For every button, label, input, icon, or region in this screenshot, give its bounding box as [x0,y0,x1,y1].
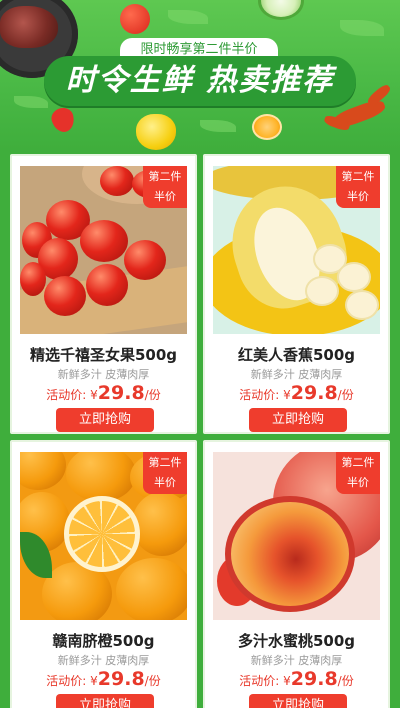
lime-slice-image [258,0,304,20]
leaf-decoration [200,120,236,132]
product-description: 新鲜多汁 皮薄肉厚 [250,654,343,667]
product-name: 精选千禧圣女果500g [29,346,178,364]
price-value: 29.8 [290,668,338,690]
product-image-banana[interactable]: 第二件 半价 [213,166,380,334]
buy-now-button[interactable]: 立即抢购 [249,694,347,708]
orange-slice-image [252,114,282,140]
price-value: 29.8 [97,382,145,404]
strawberry-image [49,105,77,135]
product-card[interactable]: 第二件 半价 多汁水蜜桃500g 新鲜多汁 皮薄肉厚 活动价: ¥29.8/份 … [203,440,390,708]
half-price-badge: 第二件 半价 [336,452,380,494]
half-price-badge: 第二件 半价 [336,166,380,208]
product-name: 红美人香蕉500g [237,346,356,364]
leaf-decoration [14,96,48,108]
price-row: 活动价: ¥29.8/份 [239,668,354,690]
product-name: 多汁水蜜桃500g [237,632,356,650]
price-row: 活动价: ¥29.8/份 [46,668,161,690]
tomato-image [120,4,150,34]
buy-now-button[interactable]: 立即抢购 [249,408,347,432]
price-value: 29.8 [97,668,145,690]
product-image-navel-orange[interactable]: 第二件 半价 [20,452,187,620]
buy-now-button[interactable]: 立即抢购 [56,408,154,432]
product-grid: 第二件 半价 精选千禧圣女果500g 新鲜多汁 皮薄肉厚 活动价: ¥29.8/… [10,150,390,708]
yellow-pepper-image [136,114,176,150]
product-image-peach[interactable]: 第二件 半价 [213,452,380,620]
buy-now-button[interactable]: 立即抢购 [56,694,154,708]
leaf-decoration [340,20,384,36]
product-card[interactable]: 第二件 半价 赣南脐橙500g 新鲜多汁 皮薄肉厚 活动价: ¥29.8/份 立… [10,440,197,708]
product-name: 赣南脐橙500g [52,632,155,650]
product-card[interactable]: 第二件 半价 红美人香蕉500g 新鲜多汁 皮薄肉厚 活动价: ¥29.8/份 … [203,154,390,434]
product-description: 新鲜多汁 皮薄肉厚 [250,368,343,381]
page-title: 时令生鲜 热卖推荐 [65,63,335,98]
half-price-badge: 第二件 半价 [143,166,187,208]
title-bar: 时令生鲜 热卖推荐 [44,56,356,106]
price-row: 活动价: ¥29.8/份 [239,382,354,404]
promo-banner: 限时畅享第二件半价 时令生鲜 热卖推荐 [0,0,400,150]
half-price-badge: 第二件 半价 [143,452,187,494]
leaf-decoration [168,10,208,24]
product-image-cherry-tomato[interactable]: 第二件 半价 [20,166,187,334]
price-value: 29.8 [290,382,338,404]
product-description: 新鲜多汁 皮薄肉厚 [57,654,150,667]
product-description: 新鲜多汁 皮薄肉厚 [57,368,150,381]
price-row: 活动价: ¥29.8/份 [46,382,161,404]
product-card[interactable]: 第二件 半价 精选千禧圣女果500g 新鲜多汁 皮薄肉厚 活动价: ¥29.8/… [10,154,197,434]
